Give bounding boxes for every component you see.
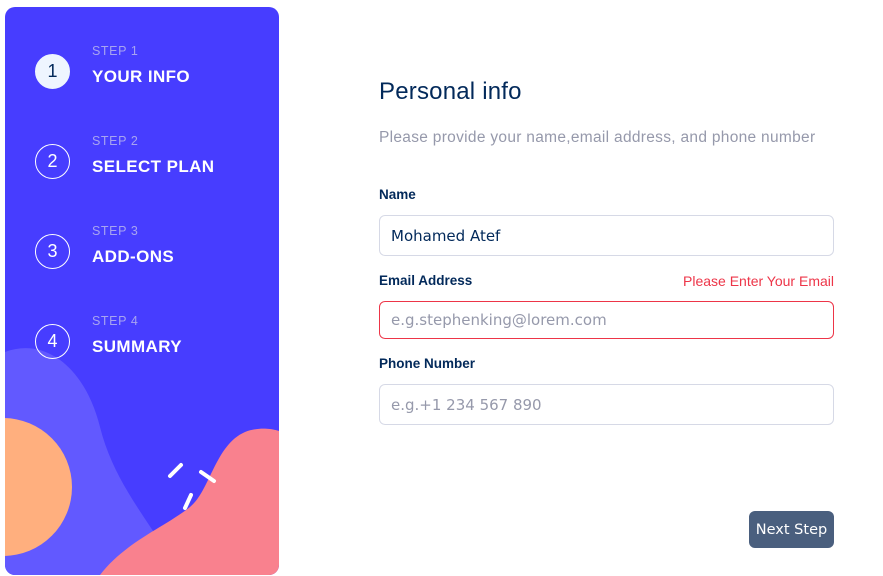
email-input[interactable] xyxy=(379,301,834,339)
step-label: STEP 3 xyxy=(92,224,139,238)
step-your-info[interactable]: 1 STEP 1 YOUR INFO xyxy=(35,44,265,100)
step-title: SUMMARY xyxy=(92,337,182,356)
name-label: Name xyxy=(379,187,416,202)
step-title: YOUR INFO xyxy=(92,67,191,86)
name-input[interactable] xyxy=(379,215,834,256)
multi-step-form-page: 1 STEP 1 YOUR INFO 2 STEP 2 SELECT PLAN … xyxy=(0,0,883,576)
step-number-circle: 4 xyxy=(35,324,70,359)
step-number-circle: 1 xyxy=(35,54,70,89)
step-title: SELECT PLAN xyxy=(92,157,215,176)
step-select-plan[interactable]: 2 STEP 2 SELECT PLAN xyxy=(35,134,265,190)
step-label: STEP 1 xyxy=(92,44,139,58)
sparkle-line-3 xyxy=(183,493,193,510)
steps-sidebar: 1 STEP 1 YOUR INFO 2 STEP 2 SELECT PLAN … xyxy=(5,7,279,575)
email-error-message: Please Enter Your Email xyxy=(683,273,834,289)
personal-info-form: Personal info Please provide your name,e… xyxy=(379,0,835,576)
page-subtitle: Please provide your name,email address, … xyxy=(379,129,816,146)
step-add-ons[interactable]: 3 STEP 3 ADD-ONS xyxy=(35,224,265,280)
step-number-circle: 2 xyxy=(35,144,70,179)
phone-label: Phone Number xyxy=(379,356,476,371)
step-label: STEP 4 xyxy=(92,314,139,328)
step-title: ADD-ONS xyxy=(92,247,175,266)
sparkle-line-1 xyxy=(168,463,183,478)
page-title: Personal info xyxy=(379,78,522,105)
phone-input[interactable] xyxy=(379,384,834,425)
step-label: STEP 2 xyxy=(92,134,139,148)
step-number-circle: 3 xyxy=(35,234,70,269)
email-label: Email Address xyxy=(379,273,473,288)
next-step-button[interactable]: Next Step xyxy=(749,511,834,548)
step-summary[interactable]: 4 STEP 4 SUMMARY xyxy=(35,314,265,370)
